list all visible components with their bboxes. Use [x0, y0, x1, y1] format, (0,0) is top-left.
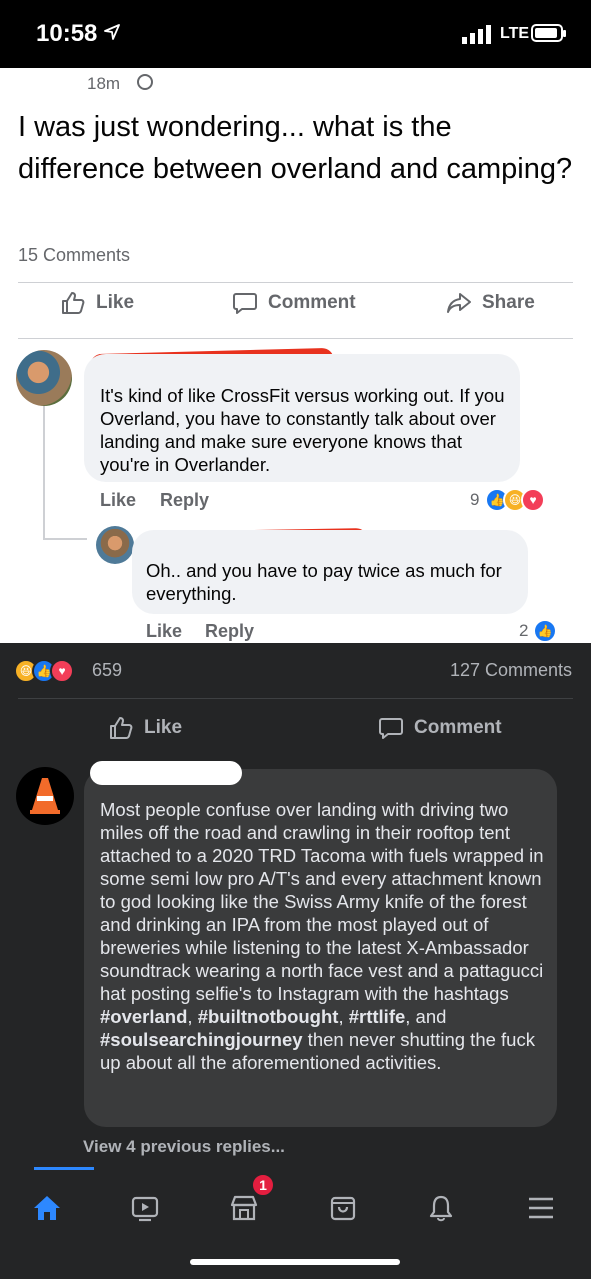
active-tab-indicator: [34, 1167, 94, 1170]
home-indicator: [190, 1259, 400, 1265]
avatar[interactable]: [16, 767, 74, 825]
divider: [18, 282, 573, 283]
love-reaction-icon: ♥: [521, 488, 545, 512]
like-icon: [62, 292, 85, 314]
menu-icon: [529, 1197, 553, 1219]
status-bar: 10:58 LTE: [0, 0, 591, 68]
hashtag[interactable]: #overland: [100, 1006, 187, 1027]
traffic-cone-icon: [30, 778, 60, 814]
love-reaction-icon: ♥: [50, 659, 74, 683]
comment-text: It's kind of like CrossFit versus workin…: [100, 385, 505, 475]
share-label: Share: [482, 292, 535, 313]
avatar[interactable]: [16, 350, 72, 406]
comments-count[interactable]: 127 Comments: [450, 660, 572, 681]
status-time: 10:58: [36, 20, 98, 47]
post-time: 18m: [87, 74, 121, 93]
location-arrow-icon: [104, 24, 120, 40]
post-reactions[interactable]: 😆 👍 ♥: [14, 659, 74, 683]
tab-marketplace[interactable]: [227, 1191, 261, 1225]
comment-text: Oh.. and you have to pay twice as much f…: [146, 560, 502, 604]
hashtag[interactable]: #builtnotbought: [198, 1006, 339, 1027]
reaction-count[interactable]: 9: [470, 490, 479, 510]
comment-like-link[interactable]: Like: [146, 621, 182, 642]
outer-post: 😆 👍 ♥ 659 127 Comments Like Comment Most…: [0, 643, 591, 1279]
hashtag[interactable]: #soulsearchingjourney: [100, 1029, 303, 1050]
comment-icon: [233, 293, 257, 314]
divider: [18, 338, 573, 339]
like-button[interactable]: Like: [108, 715, 182, 741]
comment-reply-link[interactable]: Reply: [205, 621, 254, 642]
battery-icon: [531, 24, 566, 42]
like-button[interactable]: Like: [60, 290, 134, 316]
divider: [18, 698, 573, 699]
like-icon: [110, 717, 133, 739]
bell-icon: [429, 1195, 453, 1222]
marketplace-icon: [230, 1195, 258, 1221]
original-post-screenshot: 18m I was just wondering... what is the …: [0, 68, 591, 643]
comment-label: Comment: [414, 717, 502, 738]
comment-reactions[interactable]: 👍 😆 ♥: [485, 488, 545, 512]
post-text: I was just wondering... what is the diff…: [18, 111, 573, 185]
globe-icon: [137, 74, 153, 90]
comment-like-link[interactable]: Like: [100, 490, 136, 511]
comment-label: Comment: [268, 292, 356, 313]
reaction-count[interactable]: 659: [92, 660, 122, 681]
tab-menu[interactable]: [524, 1191, 558, 1225]
comment-reactions[interactable]: 👍: [533, 619, 557, 643]
comment-reply-link[interactable]: Reply: [160, 490, 209, 511]
avatar[interactable]: [96, 526, 134, 564]
comment-button[interactable]: Comment: [378, 715, 502, 741]
comment-text: Most people confuse over landing with dr…: [100, 799, 544, 1073]
tab-watch[interactable]: [128, 1191, 162, 1225]
redacted-name: [90, 761, 242, 785]
signal-icon: [462, 25, 491, 44]
comments-count[interactable]: 15 Comments: [18, 245, 130, 266]
bottom-tab-bar: 1: [0, 1167, 591, 1247]
watch-icon: [131, 1196, 159, 1222]
tab-shop[interactable]: [326, 1191, 360, 1225]
shop-icon: [330, 1196, 356, 1221]
reaction-count[interactable]: 2: [519, 621, 528, 641]
comment-icon: [379, 718, 403, 739]
thread-line: [43, 538, 87, 540]
share-icon: [447, 293, 471, 313]
view-previous-replies[interactable]: View 4 previous replies...: [83, 1137, 285, 1157]
like-reaction-icon: 👍: [533, 619, 557, 643]
thread-line: [43, 394, 45, 540]
tab-notifications[interactable]: [424, 1191, 458, 1225]
post-actions: Like Comment Share: [0, 290, 591, 332]
tab-home[interactable]: [30, 1191, 64, 1225]
hashtag[interactable]: #rttlife: [349, 1006, 406, 1027]
comment-button[interactable]: Comment: [232, 290, 356, 316]
home-icon: [34, 1196, 60, 1220]
like-label: Like: [96, 292, 135, 313]
like-label: Like: [144, 717, 183, 738]
share-button[interactable]: Share: [446, 290, 535, 316]
network-type: LTE: [500, 25, 530, 42]
notification-badge: 1: [251, 1173, 275, 1197]
